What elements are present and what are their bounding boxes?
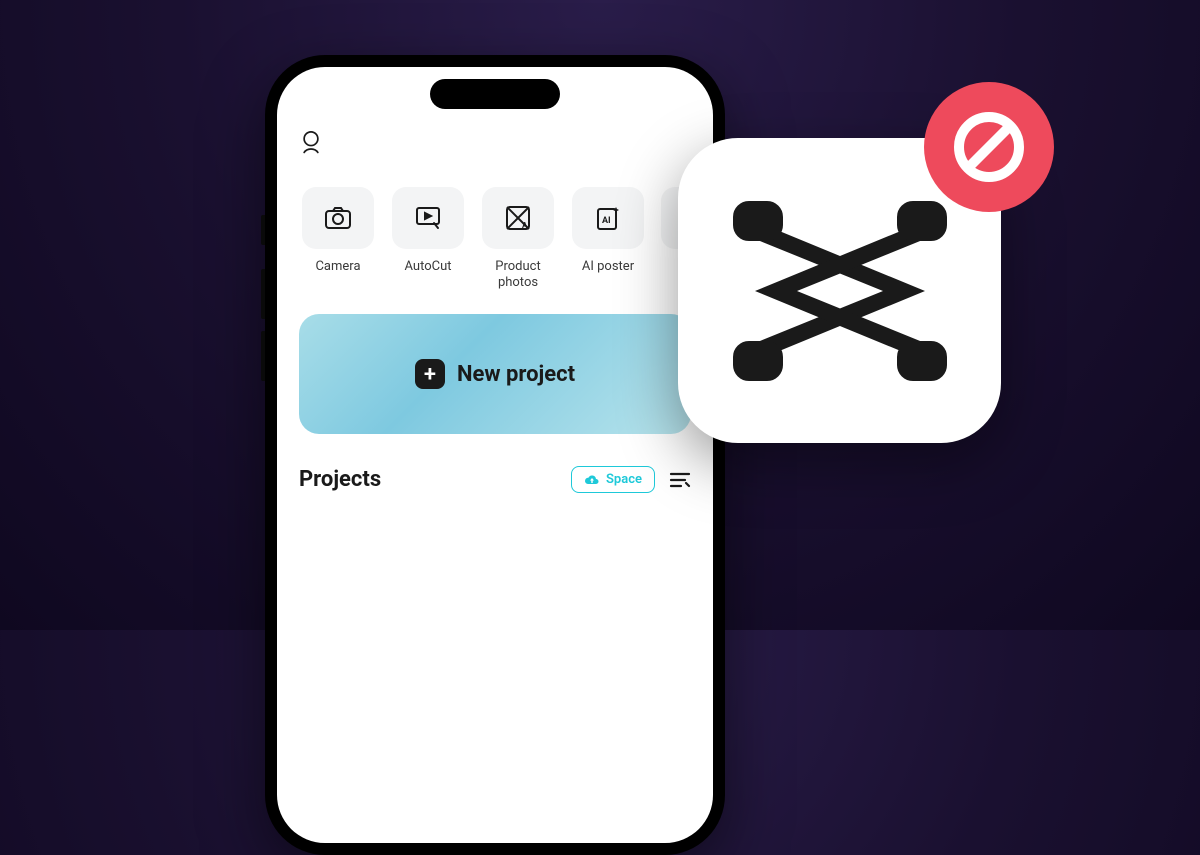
new-project-button[interactable]: + New project: [299, 314, 691, 434]
tool-product-photos[interactable]: AI Product photos: [479, 187, 557, 290]
phone-frame: Camera AutoCut AI: [265, 55, 725, 855]
tool-autocut[interactable]: AutoCut: [389, 187, 467, 290]
tool-ai-poster[interactable]: AI AI poster: [569, 187, 647, 290]
phone-side-buttons: [261, 215, 265, 393]
list-edit-icon[interactable]: [669, 471, 691, 489]
tool-label: Product photos: [479, 259, 557, 290]
plus-icon: +: [415, 359, 445, 389]
blocked-badge: [924, 82, 1054, 212]
tool-label: AI poster: [582, 259, 634, 275]
tools-row: Camera AutoCut AI: [299, 187, 691, 290]
profile-button[interactable]: [299, 131, 691, 155]
svg-text:AI: AI: [602, 216, 611, 226]
space-label: Space: [606, 472, 642, 487]
svg-text:AI: AI: [522, 221, 530, 230]
phone-screen: Camera AutoCut AI: [277, 67, 713, 843]
cloud-upload-icon: [584, 474, 600, 486]
projects-title: Projects: [299, 467, 381, 492]
space-button[interactable]: Space: [571, 466, 655, 493]
camera-icon: [324, 206, 352, 230]
product-photos-icon: AI: [505, 205, 531, 231]
projects-header: Projects Space: [299, 466, 691, 493]
tool-label: AutoCut: [405, 259, 452, 275]
phone-notch: [430, 79, 560, 109]
tool-label: Camera: [315, 259, 360, 275]
new-project-label: New project: [457, 362, 575, 387]
ai-poster-icon: AI: [596, 205, 620, 231]
profile-icon: [299, 131, 323, 155]
prohibited-icon: [949, 107, 1029, 187]
autocut-icon: [415, 206, 441, 230]
tool-camera[interactable]: Camera: [299, 187, 377, 290]
capcut-logo-icon: [725, 191, 955, 391]
